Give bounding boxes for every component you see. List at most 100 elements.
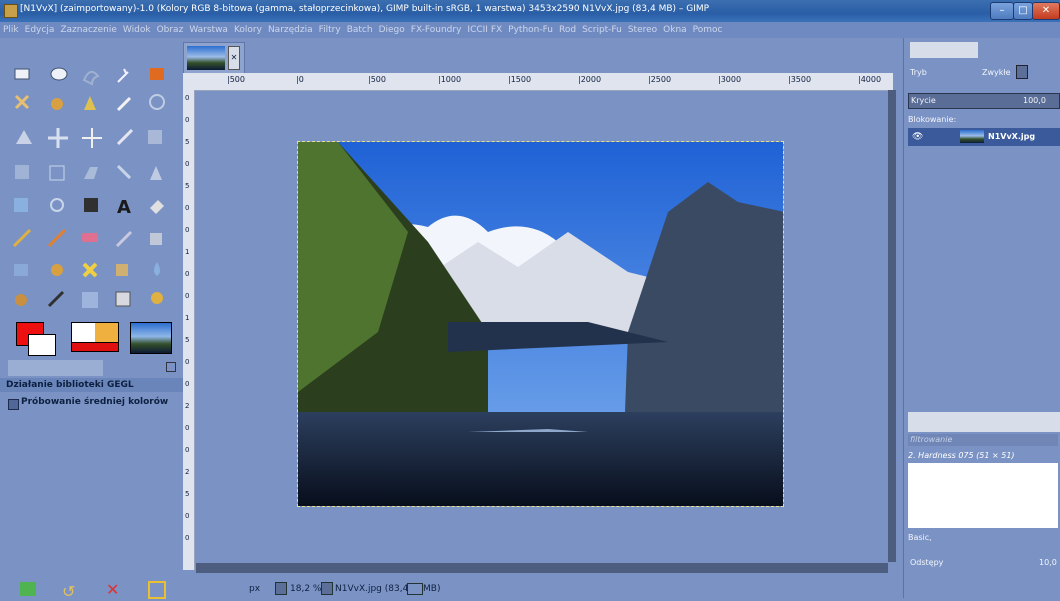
ellipse-select-icon: [50, 67, 68, 81]
image-tab[interactable]: ✕: [183, 42, 245, 74]
close-tab-icon[interactable]: ✕: [228, 46, 240, 70]
ruler-label: |3000: [718, 75, 742, 84]
mode-dropdown-icon[interactable]: [1016, 65, 1028, 79]
ruler-label: |1500: [508, 75, 532, 84]
tool-options-heading: Działanie biblioteki GEGL: [0, 378, 183, 392]
menu-item-3[interactable]: Widok: [120, 22, 154, 38]
save-preset-icon[interactable]: [20, 582, 36, 596]
layer-visibility-icon[interactable]: 👁: [912, 132, 923, 142]
zoom-level[interactable]: 18,2 %: [290, 584, 321, 594]
close-button[interactable]: ✕: [1032, 2, 1060, 20]
unit-selector[interactable]: px: [249, 584, 260, 594]
active-image-thumbnail[interactable]: [130, 322, 172, 354]
right-dock: Tryb Zwykłe Krycie 100,0 Blokowanie: 👁 N…: [903, 38, 1060, 598]
sample-average-checkbox[interactable]: [8, 399, 19, 410]
menu-item-6[interactable]: Kolory: [231, 22, 265, 38]
unified-transform-icon: [50, 198, 64, 212]
menu-item-17[interactable]: Okna: [660, 22, 690, 38]
mypaint-brush-icon: [82, 292, 98, 308]
menu-item-4[interactable]: Obraz: [154, 22, 187, 38]
levels-icon: [115, 291, 131, 307]
text-tool-icon: A: [117, 197, 131, 218]
toolbox: A Działanie biblioteki GEGL Próbowanie ś…: [0, 38, 183, 601]
brush-preset[interactable]: Basic,: [908, 533, 932, 542]
menu-item-12[interactable]: ICCII FX: [464, 22, 505, 38]
menu-item-2[interactable]: Zaznaczenie: [57, 22, 120, 38]
menu-item-16[interactable]: Stereo: [625, 22, 660, 38]
menu-item-9[interactable]: Batch: [344, 22, 376, 38]
ruler-label: 5: [185, 138, 190, 146]
scissors-icon: [14, 94, 30, 110]
measure-icon: [16, 130, 32, 144]
color-picker-icon: [116, 96, 132, 112]
status-file-info: N1VvX.jpg (83,4: [335, 584, 409, 594]
ruler-label: |0: [296, 75, 304, 84]
ruler-label: 0: [185, 446, 190, 454]
unit-dropdown-icon[interactable]: [275, 582, 287, 595]
layers-dock-tabs[interactable]: [910, 42, 978, 58]
move-icon: [48, 128, 68, 148]
background-color-swatch[interactable]: [28, 334, 56, 356]
menu-item-18[interactable]: Pomoc: [690, 22, 726, 38]
pattern-indicator[interactable]: [71, 342, 119, 352]
opacity-slider[interactable]: Krycie 100,0: [908, 93, 1060, 109]
ruler-label: 5: [185, 182, 190, 190]
layer-name[interactable]: N1VvX.jpg: [988, 132, 1035, 141]
brush-grid[interactable]: [908, 463, 1058, 528]
gimp-app-icon: [4, 4, 18, 18]
ruler-label: 0: [185, 380, 190, 388]
delete-icon[interactable]: ✕: [106, 580, 119, 599]
menu-item-0[interactable]: Plik: [0, 22, 22, 38]
mode-value[interactable]: Zwykłe: [982, 68, 1011, 77]
menu-item-8[interactable]: Filtry: [316, 22, 344, 38]
menu-item-5[interactable]: Warstwa: [186, 22, 231, 38]
opacity-label: Krycie: [911, 96, 936, 105]
spacing-value[interactable]: 10,0: [1039, 558, 1057, 567]
rect-select-icon: [14, 68, 30, 80]
blend-icon: [84, 198, 98, 212]
opacity-value: 100,0: [1023, 96, 1046, 105]
zoom-icon: [149, 94, 165, 110]
vertical-ruler[interactable]: 0 0 5 0 5 0 0 1 0 0 1 5 0 0 2 0 0 2 5 0 0: [183, 90, 195, 570]
minimize-button[interactable]: –: [990, 2, 1014, 20]
title-bar: [N1VvX] (zaimportowany)-1.0 (Kolory RGB …: [0, 0, 1060, 22]
status-file-size-unit: MB): [423, 584, 441, 594]
ruler-label: 0: [185, 160, 190, 168]
menu-item-11[interactable]: FX-Foundry: [408, 22, 465, 38]
restore-icon[interactable]: ↺: [62, 582, 75, 601]
dodge-icon: [47, 290, 65, 308]
ruler-label: 5: [185, 336, 190, 344]
tab-menu-icon[interactable]: [166, 362, 176, 372]
layer-row[interactable]: 👁 N1VvX.jpg: [908, 128, 1060, 146]
ruler-label: 1: [185, 248, 190, 256]
brush-filter-field[interactable]: filtrowanie: [908, 434, 1058, 446]
menu-item-14[interactable]: Rod: [556, 22, 579, 38]
brushes-dock-tabs[interactable]: [908, 412, 1060, 432]
menu-item-7[interactable]: Narzędzia: [265, 22, 316, 38]
lake-mountain-photo: [298, 142, 783, 506]
canvas-image[interactable]: [297, 141, 784, 507]
brush-name: 2. Hardness 075 (51 × 51): [908, 451, 1015, 460]
flip-icon: [116, 164, 132, 180]
vertical-scrollbar[interactable]: [888, 90, 896, 562]
horizontal-scrollbar[interactable]: [196, 563, 888, 573]
ruler-label: |3500: [788, 75, 812, 84]
pencil-icon: [12, 228, 32, 248]
color-select-icon: [150, 68, 164, 80]
ruler-label: |500: [227, 75, 245, 84]
crop-icon: [116, 128, 134, 146]
menu-item-10[interactable]: Diego: [376, 22, 408, 38]
horizontal-ruler[interactable]: |500 |0 |500 |1000 |1500 |2000 |2500 |30…: [183, 73, 893, 91]
menu-item-1[interactable]: Edycja: [22, 22, 58, 38]
gegl-operation-icon: [151, 292, 163, 304]
rotate-icon: [148, 130, 162, 144]
reset-icon[interactable]: [148, 581, 166, 599]
maximize-button[interactable]: □: [1013, 2, 1033, 20]
ruler-label: 0: [185, 292, 190, 300]
status-bar: px 18,2 % N1VvX.jpg (83,4 MB): [183, 578, 893, 598]
zoom-dropdown-icon[interactable]: [321, 582, 333, 595]
ruler-label: |500: [368, 75, 386, 84]
menu-item-13[interactable]: Python-Fu: [505, 22, 556, 38]
menu-item-15[interactable]: Script-Fu: [579, 22, 625, 38]
sample-average-label: Próbowanie średniej kolorów: [21, 397, 169, 407]
